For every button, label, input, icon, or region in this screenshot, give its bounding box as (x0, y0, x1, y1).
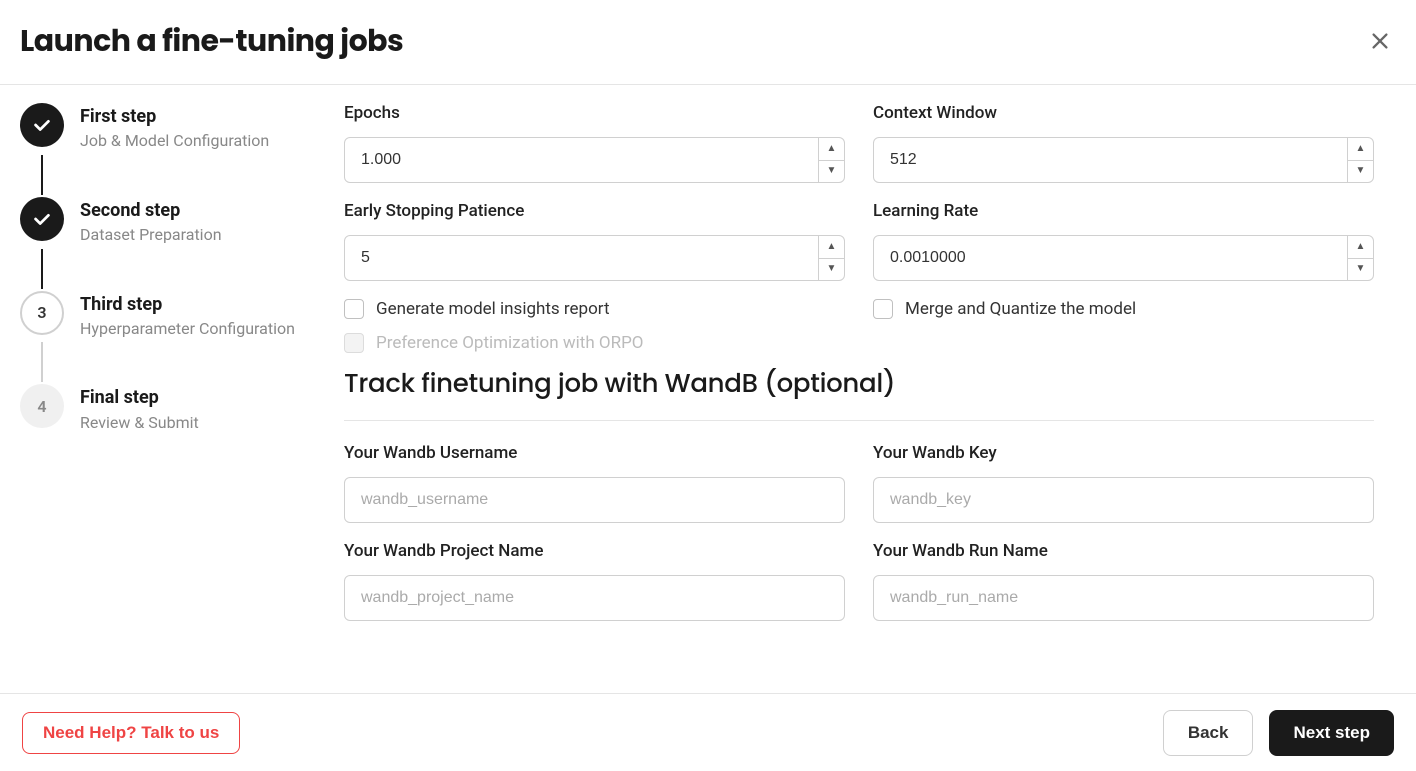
close-icon (1369, 30, 1391, 52)
footer: Need Help? Talk to us Back Next step (0, 693, 1416, 771)
step-1-sub: Job & Model Configuration (80, 130, 269, 152)
step-3-title: Third step (80, 293, 295, 316)
wandb-section-title: Track finetuning job with WandB (optiona… (344, 365, 1374, 421)
step-1-title: First step (80, 105, 269, 128)
dialog-header: Launch a fine-tuning jobs (0, 0, 1416, 85)
step-2-sub: Dataset Preparation (80, 224, 222, 246)
wandb-key-label: Your Wandb Key (873, 443, 1374, 463)
learning-rate-down[interactable]: ▼ (1348, 259, 1373, 281)
step-4[interactable]: 4 Final step Review & Submit (20, 384, 306, 434)
early-stop-down[interactable]: ▼ (819, 259, 844, 281)
wandb-user-input[interactable] (344, 477, 845, 523)
wandb-user-field: Your Wandb Username (344, 443, 845, 523)
step-3[interactable]: 3 Third step Hyperparameter Configuratio… (20, 291, 306, 341)
merge-check-item[interactable]: Merge and Quantize the model (873, 299, 1374, 319)
wandb-project-label: Your Wandb Project Name (344, 541, 845, 561)
step-2[interactable]: Second step Dataset Preparation (20, 197, 306, 247)
merge-checkbox[interactable] (873, 299, 893, 319)
step-2-circle (20, 197, 64, 241)
context-window-input-wrap: ▲ ▼ (873, 137, 1374, 183)
step-3-sub: Hyperparameter Configuration (80, 318, 295, 340)
check-icon (31, 208, 53, 230)
wandb-run-field: Your Wandb Run Name (873, 541, 1374, 621)
insights-checkbox[interactable] (344, 299, 364, 319)
learning-rate-label: Learning Rate (873, 201, 1374, 221)
footer-right: Back Next step (1163, 710, 1394, 756)
epochs-input-wrap: ▲ ▼ (344, 137, 845, 183)
learning-rate-spinner: ▲ ▼ (1347, 236, 1373, 280)
epochs-spinner: ▲ ▼ (818, 138, 844, 182)
back-button[interactable]: Back (1163, 710, 1254, 756)
early-stop-input-wrap: ▲ ▼ (344, 235, 845, 281)
learning-rate-input[interactable] (874, 236, 1347, 280)
orpo-check-item: Preference Optimization with ORPO (344, 333, 1374, 353)
merge-label: Merge and Quantize the model (905, 299, 1136, 319)
step-2-title: Second step (80, 199, 222, 222)
epochs-input[interactable] (345, 138, 818, 182)
step-3-circle: 3 (20, 291, 64, 335)
context-window-up[interactable]: ▲ (1348, 138, 1373, 161)
checks-row: Generate model insights report Merge and… (344, 299, 1374, 319)
orpo-label: Preference Optimization with ORPO (376, 333, 644, 353)
wandb-key-input[interactable] (873, 477, 1374, 523)
connector-1 (20, 153, 64, 197)
epochs-up[interactable]: ▲ (819, 138, 844, 161)
epochs-field: Epochs ▲ ▼ (344, 103, 845, 183)
learning-rate-up[interactable]: ▲ (1348, 236, 1373, 259)
check-icon (31, 114, 53, 136)
content-scroll[interactable]: First step Job & Model Configuration Sec… (0, 85, 1416, 689)
help-button[interactable]: Need Help? Talk to us (22, 712, 240, 754)
close-button[interactable] (1364, 25, 1396, 57)
context-window-input[interactable] (874, 138, 1347, 182)
context-window-spinner: ▲ ▼ (1347, 138, 1373, 182)
epochs-label: Epochs (344, 103, 845, 123)
step-4-sub: Review & Submit (80, 412, 199, 434)
early-stop-up[interactable]: ▲ (819, 236, 844, 259)
context-window-label: Context Window (873, 103, 1374, 123)
step-1-text: First step Job & Model Configuration (80, 103, 269, 153)
insights-label: Generate model insights report (376, 299, 610, 319)
next-button[interactable]: Next step (1269, 710, 1394, 756)
epochs-down[interactable]: ▼ (819, 161, 844, 183)
step-1-circle (20, 103, 64, 147)
step-4-circle: 4 (20, 384, 64, 428)
step-3-text: Third step Hyperparameter Configuration (80, 291, 295, 341)
step-2-text: Second step Dataset Preparation (80, 197, 222, 247)
stepper: First step Job & Model Configuration Sec… (0, 85, 324, 689)
orpo-checkbox (344, 333, 364, 353)
learning-rate-field: Learning Rate ▲ ▼ (873, 201, 1374, 281)
wandb-project-field: Your Wandb Project Name (344, 541, 845, 621)
step-4-text: Final step Review & Submit (80, 384, 199, 434)
context-window-down[interactable]: ▼ (1348, 161, 1373, 183)
wandb-user-label: Your Wandb Username (344, 443, 845, 463)
page-title: Launch a fine-tuning jobs (20, 18, 403, 64)
wandb-key-field: Your Wandb Key (873, 443, 1374, 523)
form-area: Epochs ▲ ▼ Context Window ▲ ▼ (324, 85, 1410, 689)
step-1[interactable]: First step Job & Model Configuration (20, 103, 306, 153)
early-stop-field: Early Stopping Patience ▲ ▼ (344, 201, 845, 281)
insights-check-item[interactable]: Generate model insights report (344, 299, 845, 319)
wandb-run-label: Your Wandb Run Name (873, 541, 1374, 561)
connector-2 (20, 247, 64, 291)
learning-rate-input-wrap: ▲ ▼ (873, 235, 1374, 281)
step-4-title: Final step (80, 386, 199, 409)
early-stop-label: Early Stopping Patience (344, 201, 845, 221)
early-stop-input[interactable] (345, 236, 818, 280)
context-window-field: Context Window ▲ ▼ (873, 103, 1374, 183)
wandb-project-input[interactable] (344, 575, 845, 621)
connector-3 (20, 340, 64, 384)
wandb-run-input[interactable] (873, 575, 1374, 621)
early-stop-spinner: ▲ ▼ (818, 236, 844, 280)
